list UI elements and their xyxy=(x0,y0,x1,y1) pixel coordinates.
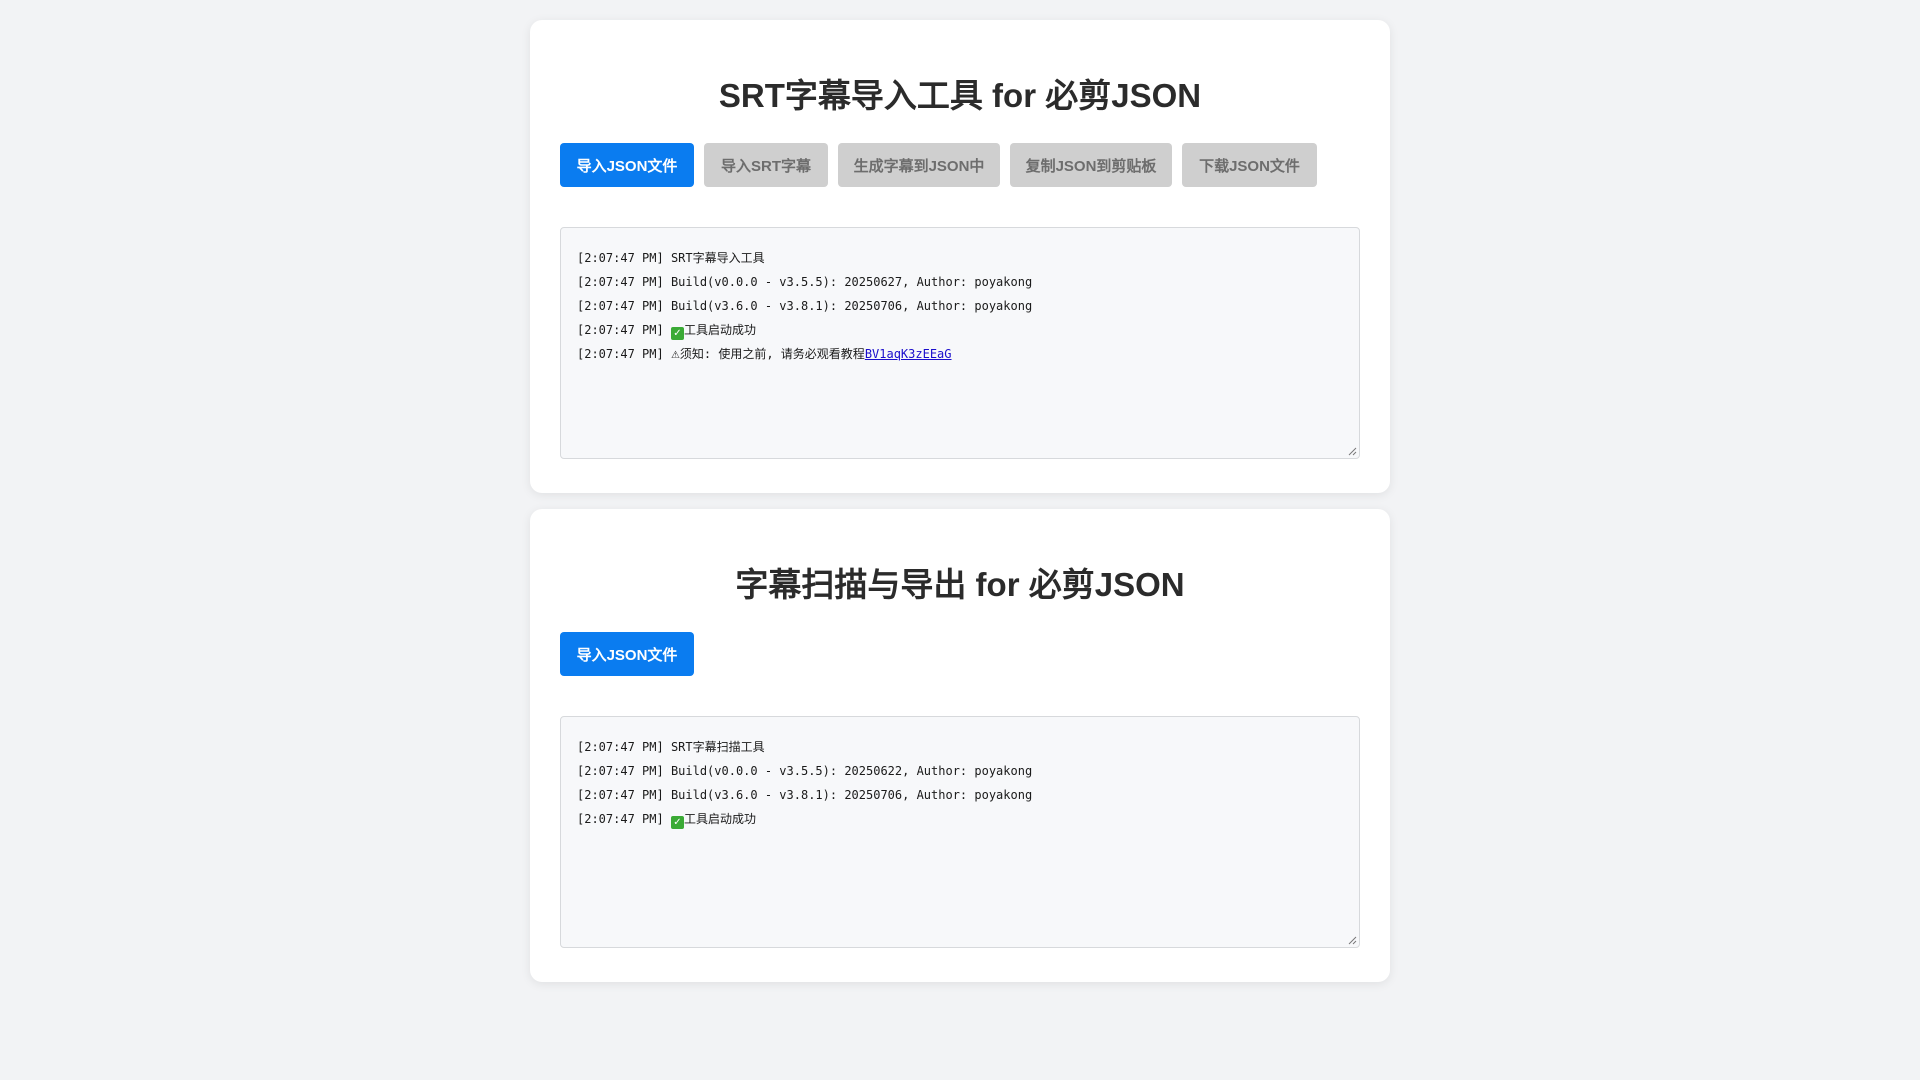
log-line: [2:07:47 PM] SRT字幕导入工具 xyxy=(577,246,1343,270)
log-line: [2:07:47 PM] Build(v0.0.0 - v3.5.5): 202… xyxy=(577,759,1343,783)
log-text: 工具启动成功 xyxy=(683,812,756,826)
srt-import-title: SRT字幕导入工具 for 必剪JSON xyxy=(718,77,1202,114)
log-time: [2:07:47 PM] xyxy=(577,251,664,265)
log-time: [2:07:47 PM] xyxy=(577,323,664,337)
subtitle-scan-title: 字幕扫描与导出 for 必剪JSON xyxy=(735,566,1185,603)
log-line: [2:07:47 PM] SRT字幕扫描工具 xyxy=(577,735,1343,759)
log-text: 须知: 使用之前, 请务必观看教程 xyxy=(679,347,865,361)
import-json-button[interactable]: 导入JSON文件 xyxy=(560,632,694,676)
log-time: [2:07:47 PM] xyxy=(577,812,664,826)
check-icon: ✓ xyxy=(670,327,684,340)
copy-json-button[interactable]: 复制JSON到剪贴板 xyxy=(1010,143,1172,187)
log-line: [2:07:47 PM] Build(v0.0.0 - v3.5.5): 202… xyxy=(577,270,1343,294)
log-text: Build(v3.6.0 - v3.8.1): 20250706, Author… xyxy=(670,788,1033,802)
import-json-button[interactable]: 导入JSON文件 xyxy=(560,143,694,187)
srt-import-toolbar: 导入JSON文件 导入SRT字幕 生成字幕到JSON中 复制JSON到剪贴板 下… xyxy=(560,143,1360,187)
log-text: SRT字幕扫描工具 xyxy=(670,740,765,754)
generate-subtitles-button[interactable]: 生成字幕到JSON中 xyxy=(838,143,1000,187)
log-time: [2:07:47 PM] xyxy=(577,275,664,289)
log-line: [2:07:47 PM] ✓ 工具启动成功 xyxy=(577,807,1343,831)
log-time: [2:07:47 PM] xyxy=(577,740,664,754)
srt-import-log[interactable]: [2:07:47 PM] SRT字幕导入工具 [2:07:47 PM] Buil… xyxy=(560,227,1360,459)
log-line: [2:07:47 PM] Build(v3.6.0 - v3.8.1): 202… xyxy=(577,294,1343,318)
log-text: Build(v0.0.0 - v3.5.5): 20250627, Author… xyxy=(670,275,1033,289)
srt-import-panel: SRT字幕导入工具 for 必剪JSON 导入JSON文件 导入SRT字幕 生成… xyxy=(530,20,1390,493)
tutorial-link[interactable]: BV1aqK3zEEaG xyxy=(865,347,952,361)
subtitle-scan-panel: 字幕扫描与导出 for 必剪JSON 导入JSON文件 [2:07:47 PM]… xyxy=(530,509,1390,982)
log-time: [2:07:47 PM] xyxy=(577,347,664,361)
log-time: [2:07:47 PM] xyxy=(577,764,664,778)
warning-icon: ⚠ xyxy=(670,350,680,361)
log-line: [2:07:47 PM] ⚠须知: 使用之前, 请务必观看教程BV1aqK3zE… xyxy=(577,342,1343,366)
resize-handle-icon[interactable] xyxy=(1348,447,1357,456)
log-line: [2:07:47 PM] ✓ 工具启动成功 xyxy=(577,318,1343,342)
page: SRT字幕导入工具 for 必剪JSON 导入JSON文件 导入SRT字幕 生成… xyxy=(0,0,1920,1080)
log-text: Build(v0.0.0 - v3.5.5): 20250622, Author… xyxy=(670,764,1033,778)
download-json-button[interactable]: 下载JSON文件 xyxy=(1182,143,1317,187)
log-text: 工具启动成功 xyxy=(683,323,756,337)
subtitle-scan-toolbar: 导入JSON文件 xyxy=(560,632,1360,676)
resize-handle-icon[interactable] xyxy=(1348,936,1357,945)
log-text: Build(v3.6.0 - v3.8.1): 20250706, Author… xyxy=(670,299,1033,313)
log-line: [2:07:47 PM] Build(v3.6.0 - v3.8.1): 202… xyxy=(577,783,1343,807)
log-text: SRT字幕导入工具 xyxy=(670,251,765,265)
log-time: [2:07:47 PM] xyxy=(577,788,664,802)
log-time: [2:07:47 PM] xyxy=(577,299,664,313)
check-icon: ✓ xyxy=(670,816,684,829)
subtitle-scan-log[interactable]: [2:07:47 PM] SRT字幕扫描工具 [2:07:47 PM] Buil… xyxy=(560,716,1360,948)
import-srt-button[interactable]: 导入SRT字幕 xyxy=(704,143,828,187)
